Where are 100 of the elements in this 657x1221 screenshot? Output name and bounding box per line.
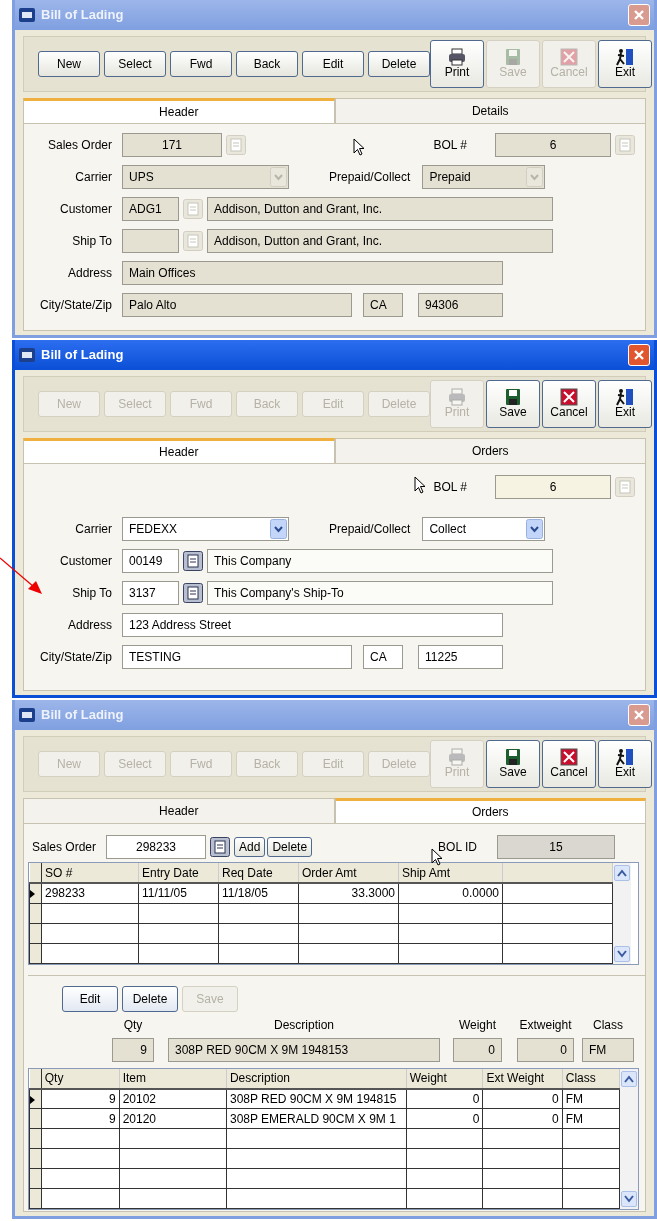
tab[interactable]: Orders xyxy=(334,798,646,824)
text-field[interactable]: Main Offices xyxy=(122,261,503,285)
line-button[interactable]: Edit xyxy=(62,985,118,1012)
save-button[interactable]: Save xyxy=(486,380,540,428)
text-field[interactable]: 15 xyxy=(497,835,615,859)
close-button[interactable] xyxy=(628,704,650,726)
close-button[interactable] xyxy=(628,344,650,366)
dropdown[interactable]: Collect xyxy=(422,517,546,541)
column-header: SO # xyxy=(41,863,139,883)
tab[interactable]: Header xyxy=(23,98,335,124)
dropdown[interactable]: FEDEXX xyxy=(122,517,289,541)
text-field[interactable]: This Company's Ship-To xyxy=(207,581,553,605)
text-field[interactable]: 6 xyxy=(495,475,611,499)
annotation-arrow xyxy=(0,556,44,596)
column-header: Item xyxy=(119,1068,227,1089)
text-field[interactable]: 11225 xyxy=(418,645,503,669)
window-title: Bill of Lading xyxy=(41,6,124,25)
table-cell: 9 xyxy=(41,1108,120,1129)
print-button[interactable]: Print xyxy=(430,40,484,88)
close-icon xyxy=(633,709,645,721)
save-button[interactable]: Save xyxy=(486,740,540,788)
field-label: BOL ID xyxy=(438,839,477,856)
text-field[interactable]: 298233 xyxy=(106,835,207,859)
field-label: Qty xyxy=(122,1016,144,1034)
exit-button[interactable]: Exit xyxy=(598,380,652,428)
text-field[interactable]: 171 xyxy=(122,133,222,157)
text-field[interactable]: 6 xyxy=(495,133,611,157)
table-cell: 0 xyxy=(482,1108,563,1129)
text-field[interactable]: 9 xyxy=(112,1037,154,1062)
delete-button[interactable]: Delete xyxy=(267,837,313,857)
text-field[interactable]: 0 xyxy=(517,1037,574,1062)
table-cell: 20102 xyxy=(119,1088,227,1109)
text-field[interactable]: Addison, Dutton and Grant, Inc. xyxy=(207,197,553,221)
toolbar-button[interactable]: New xyxy=(38,51,100,77)
column-header: Class xyxy=(562,1068,620,1089)
scroll-bar[interactable] xyxy=(613,863,631,964)
toolbar-button[interactable]: Delete xyxy=(368,51,430,77)
text-field[interactable]: TESTING xyxy=(122,645,352,669)
field-label: Address xyxy=(66,617,112,634)
line-button[interactable]: Delete xyxy=(122,985,178,1012)
text-field[interactable] xyxy=(122,229,179,253)
text-field[interactable]: CA xyxy=(363,293,403,317)
field-label: Class xyxy=(592,1016,624,1034)
toolbar-button[interactable]: Fwd xyxy=(170,51,232,77)
lookup-icon[interactable] xyxy=(183,583,203,603)
field-label: Address xyxy=(66,265,112,282)
text-field[interactable]: 123 Address Street xyxy=(122,613,503,637)
text-field[interactable]: FM xyxy=(582,1037,634,1062)
column-header: Order Amt xyxy=(298,863,399,883)
tab[interactable]: Header xyxy=(23,438,335,464)
cancel-button[interactable]: Cancel xyxy=(542,740,596,788)
tab[interactable]: Header xyxy=(23,798,335,824)
column-header: Ext Weight xyxy=(482,1068,563,1089)
text-field[interactable]: This Company xyxy=(207,549,553,573)
column-header: Weight xyxy=(406,1068,483,1089)
chevron-down-icon xyxy=(624,1195,634,1203)
toolbar-button[interactable]: Select xyxy=(104,51,166,77)
add-button[interactable]: Add xyxy=(234,837,266,857)
scroll-up-button[interactable] xyxy=(614,865,630,881)
text-field[interactable]: 308P RED 90CM X 9M 1948153 xyxy=(168,1037,440,1062)
scroll-down-button[interactable] xyxy=(621,1191,637,1207)
lookup-icon[interactable] xyxy=(183,551,203,571)
toolbar-button[interactable]: Back xyxy=(236,51,298,77)
text-field[interactable]: CA xyxy=(363,645,403,669)
dropdown[interactable]: UPS xyxy=(122,165,289,189)
exit-button[interactable]: Exit xyxy=(598,740,652,788)
field-label: Prepaid/Collect xyxy=(329,521,411,538)
scroll-down-button[interactable] xyxy=(614,945,630,962)
tab[interactable]: Details xyxy=(334,98,646,124)
text-field[interactable]: 3137 xyxy=(122,581,179,605)
field-label: Sales Order xyxy=(32,839,97,856)
close-button[interactable] xyxy=(628,4,650,26)
table-row[interactable]: 9 20102 308P RED 90CM X 9M 194815 0 0 FM xyxy=(29,1088,620,1109)
exit-button[interactable]: Exit xyxy=(598,40,652,88)
field-label: City/State/Zip xyxy=(38,649,112,666)
field-label: Sales Order xyxy=(46,137,112,154)
toolbar-button[interactable]: Edit xyxy=(302,51,364,77)
lookup-icon[interactable] xyxy=(210,837,231,857)
text-field[interactable]: Palo Alto xyxy=(122,293,352,317)
app-icon xyxy=(19,348,35,362)
column-header: Entry Date xyxy=(138,863,219,883)
field-label: Ship To xyxy=(71,233,112,250)
table-row[interactable]: 298233 11/11/05 11/18/05 33.3000 0.0000 xyxy=(29,883,613,903)
tab[interactable]: Orders xyxy=(334,438,646,464)
text-field[interactable]: ADG1 xyxy=(122,197,179,221)
scroll-up-button[interactable] xyxy=(621,1070,637,1087)
column-header: Ship Amt xyxy=(398,863,503,883)
field-label: BOL # xyxy=(433,137,467,154)
scroll-bar[interactable] xyxy=(620,1068,638,1209)
cancel-button[interactable]: Cancel xyxy=(542,380,596,428)
table-cell: 9 xyxy=(41,1088,120,1109)
table-row[interactable]: 9 20120 308P EMERALD 90CM X 9M 1 0 0 FM xyxy=(29,1108,620,1129)
app-icon xyxy=(19,708,35,722)
close-icon xyxy=(633,349,645,361)
window-title: Bill of Lading xyxy=(41,346,124,365)
dropdown[interactable]: Prepaid xyxy=(422,165,546,189)
text-field[interactable]: 94306 xyxy=(418,293,503,317)
text-field[interactable]: 0 xyxy=(453,1037,502,1062)
text-field[interactable]: Addison, Dutton and Grant, Inc. xyxy=(207,229,553,253)
text-field[interactable]: 00149 xyxy=(122,549,179,573)
